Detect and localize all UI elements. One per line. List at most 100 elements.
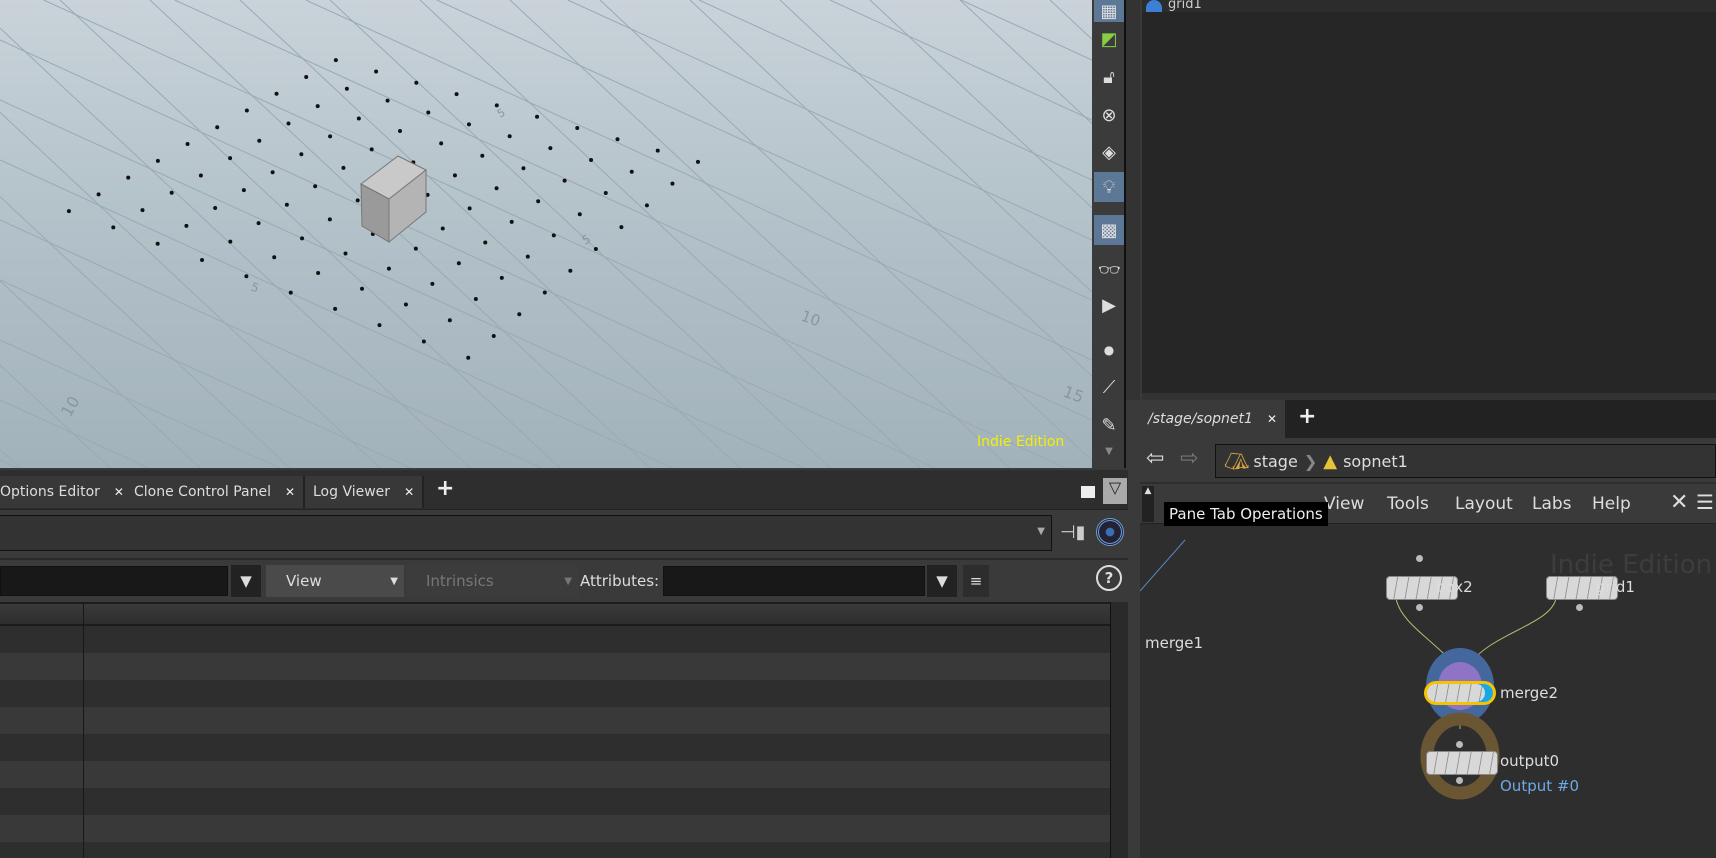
column-options-icon[interactable]: ≡ <box>963 565 989 597</box>
grid-line <box>419 0 921 468</box>
node-label-output0: output0 <box>1500 752 1560 770</box>
toolbar-more-icon[interactable]: ▼ <box>1094 436 1124 466</box>
pane-splitter[interactable] <box>1142 393 1716 400</box>
help-button[interactable]: ? <box>1096 565 1122 591</box>
grid-point <box>483 240 488 245</box>
close-icon[interactable]: ✕ <box>114 485 124 499</box>
grid-point <box>374 69 379 74</box>
output-connector[interactable] <box>1576 604 1583 611</box>
light-icon[interactable]: 💡︎ <box>1094 172 1124 202</box>
link-icon[interactable] <box>1096 518 1124 546</box>
grid-line <box>599 0 1092 461</box>
close-icon[interactable]: ✕ <box>285 485 295 499</box>
spreadsheet-filter-bar: ▼ View ▼ Intrinsics ▼ Attributes: ▼ ≡ ? <box>0 558 1128 600</box>
grid-point <box>542 290 547 295</box>
menu-layout[interactable]: Layout <box>1455 494 1513 514</box>
add-tab-button[interactable]: + <box>436 476 454 501</box>
attributes-input[interactable] <box>663 566 925 596</box>
grid-point <box>507 134 512 139</box>
output-connector[interactable] <box>1416 604 1423 611</box>
table-row[interactable] <box>0 734 1110 761</box>
breadcrumb-item-sopnet1[interactable]: sopnet1 <box>1343 452 1408 471</box>
tab-stage-sopnet1[interactable]: /stage/sopnet1 ✕ <box>1140 400 1287 438</box>
view-select[interactable]: View ▼ <box>266 565 404 597</box>
table-row[interactable] <box>0 788 1110 815</box>
grid-point <box>385 98 390 103</box>
close-icon[interactable]: ✕ <box>1267 412 1277 426</box>
attributes-filter-icon[interactable]: ▼ <box>927 565 957 597</box>
network-editor[interactable]: /stage/sopnet1 ✕ + ⇦ ⇨ ⛺︎ stage ❯ ▲ sopne… <box>1140 400 1716 858</box>
grid-point <box>456 261 461 266</box>
back-arrow-icon[interactable]: ⇦ <box>1146 446 1164 471</box>
point-icon[interactable]: ● <box>1094 335 1124 365</box>
tab-clone-control-panel[interactable]: Clone Control Panel ✕ <box>126 476 306 508</box>
grid-point <box>670 181 675 186</box>
output-connector[interactable] <box>1456 777 1463 784</box>
table-row[interactable] <box>0 707 1110 734</box>
pane-tab-bar: Options Editor ✕ Clone Control Panel ✕ Log… <box>0 470 1128 510</box>
breadcrumb-item-stage[interactable]: stage <box>1253 452 1297 471</box>
headlight-icon[interactable]: ◈ <box>1094 137 1124 167</box>
menu-view[interactable]: View <box>1324 494 1364 514</box>
brush-icon[interactable]: ⟋ <box>1094 372 1124 402</box>
display-options-icon[interactable]: ▦ <box>1094 0 1124 22</box>
grid-point <box>403 302 408 307</box>
grid-point <box>315 104 320 109</box>
filter-icon[interactable]: ▼ <box>231 565 261 597</box>
grid-line <box>0 364 111 468</box>
spreadsheet-table <box>0 602 1110 858</box>
forward-arrow-icon[interactable]: ⇨ <box>1180 446 1198 471</box>
grid-point <box>215 125 220 130</box>
path-bar: ⇦ ⇨ ⛺︎ stage ❯ ▲ sopnet1 <box>1140 438 1716 482</box>
sopnet-icon: ▲ <box>1323 450 1338 472</box>
tab-label: Options Editor <box>0 484 100 500</box>
input-connector[interactable] <box>1456 741 1463 748</box>
output-index-label: Output #0 <box>1500 777 1579 795</box>
table-row[interactable] <box>0 626 1110 653</box>
node-merge2[interactable] <box>1424 681 1496 705</box>
shading-icon[interactable]: ▩ <box>1094 215 1124 245</box>
grid-label: 10 <box>799 307 823 330</box>
tab-log-viewer[interactable]: Log Viewer ✕ <box>305 476 425 508</box>
table-row[interactable] <box>0 815 1110 842</box>
no-light-icon[interactable]: ⊗ <box>1094 100 1124 130</box>
stage-icon: ⛺︎ <box>1224 449 1250 473</box>
menu-labs[interactable]: Labs <box>1532 494 1572 514</box>
maximize-icon[interactable] <box>1081 486 1095 498</box>
menu-tools[interactable]: Tools <box>1387 494 1429 514</box>
grid-point <box>369 147 374 152</box>
table-row[interactable] <box>0 761 1110 788</box>
lock-icon[interactable]: 🔓︎ <box>1094 62 1124 92</box>
grid-point <box>343 251 348 256</box>
vertical-scrollbar[interactable] <box>1110 602 1128 858</box>
pane-menu-icon[interactable]: ▽ <box>1103 478 1127 504</box>
grid-line <box>779 0 1092 293</box>
close-icon[interactable]: ✕ <box>404 485 414 499</box>
grid-point <box>480 153 485 158</box>
grid-point <box>466 355 471 360</box>
node-path-combo[interactable]: ▼ <box>0 515 1052 551</box>
list-item[interactable]: grid1 <box>1142 0 1716 12</box>
camera-view-icon[interactable]: ▶ <box>1094 290 1124 320</box>
list-icon[interactable]: ☰ <box>1696 490 1714 514</box>
table-row[interactable] <box>0 842 1110 854</box>
grid-line <box>329 0 831 468</box>
tools-icon[interactable]: ✕ <box>1670 490 1688 515</box>
table-header <box>0 602 1110 626</box>
input-connector[interactable] <box>1416 555 1423 562</box>
grid-point <box>341 165 346 170</box>
scene-viewport[interactable]: 10 5 10 15 5 5 Indie Edition <box>0 0 1092 468</box>
menu-help[interactable]: Help <box>1592 494 1631 514</box>
table-row[interactable] <box>0 653 1110 680</box>
stereo-icon[interactable]: 👓︎ <box>1094 255 1124 285</box>
add-tab-button[interactable]: + <box>1298 404 1316 429</box>
pane-scroll-up[interactable]: ▲ <box>1142 486 1154 522</box>
node-output0[interactable] <box>1426 751 1498 775</box>
pin-icon[interactable]: ⊣▮ <box>1060 522 1086 543</box>
intrinsics-select[interactable]: Intrinsics ▼ <box>406 565 578 597</box>
pane-splitter[interactable] <box>1126 0 1140 400</box>
table-row[interactable] <box>0 680 1110 707</box>
filter-input[interactable] <box>0 566 228 596</box>
ghost-icon[interactable]: ◩ <box>1094 24 1124 54</box>
tab-options-editor[interactable]: Options Editor ✕ <box>0 476 134 508</box>
